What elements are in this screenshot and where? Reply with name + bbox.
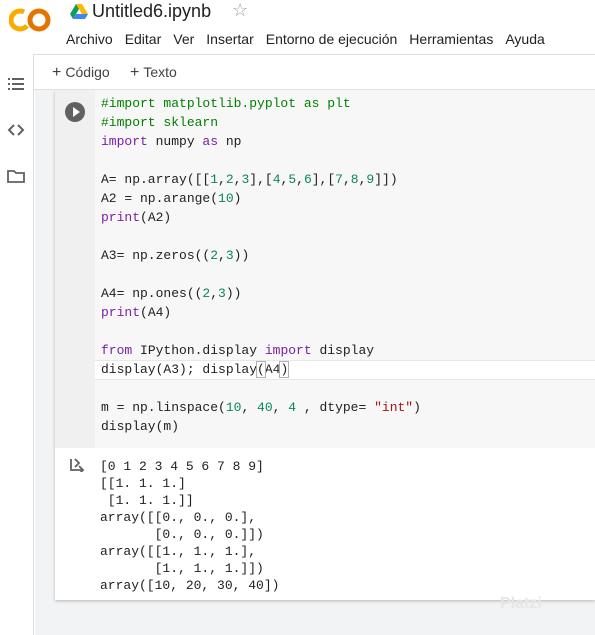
menu-ver[interactable]: Ver [167, 30, 200, 48]
google-drive-icon [70, 4, 88, 19]
code-line: m = np.linspace(10, 40, 4 , dtype= "int"… [101, 400, 421, 415]
code-line: #import sklearn [101, 115, 219, 130]
menu-herramientas[interactable]: Herramientas [403, 30, 499, 48]
code-editor[interactable]: #import matplotlib.pyplot as plt #import… [95, 90, 595, 448]
toolbar: + Código + Texto [34, 54, 595, 90]
left-sidebar [0, 54, 34, 635]
code-snippets-icon[interactable] [6, 120, 26, 140]
code-line: A= np.array([[1,2,3],[4,5,6],[7,8,9]]) [101, 172, 398, 187]
notebook-area: #import matplotlib.pyplot as plt #import… [35, 90, 595, 635]
menu-ayuda[interactable]: Ayuda [499, 30, 550, 48]
menu-bar: Archivo Editar Ver Insertar Entorno de e… [60, 30, 551, 48]
code-line: print(A4) [101, 305, 172, 320]
output-line: [1. 1. 1.]] [100, 493, 194, 508]
code-cell[interactable]: #import matplotlib.pyplot as plt #import… [55, 90, 595, 600]
output-menu-icon[interactable] [69, 458, 87, 472]
code-line: from IPython.display import display [101, 343, 375, 358]
add-text-button[interactable]: + Texto [130, 64, 177, 82]
code-line: A3= np.zeros((2,3)) [101, 248, 250, 263]
add-code-button[interactable]: + Código [52, 64, 110, 82]
menu-editar[interactable]: Editar [119, 30, 168, 48]
add-text-label: Texto [143, 64, 177, 80]
code-line: print(A2) [101, 210, 172, 225]
plus-icon: + [130, 64, 140, 81]
output-line: [0 1 2 3 4 5 6 7 8 9] [100, 459, 264, 474]
platzi-watermark: Platzi [500, 595, 542, 612]
colab-logo-icon[interactable] [9, 7, 51, 33]
cell-output: [0 1 2 3 4 5 6 7 8 9] [[1. 1. 1.] [1. 1.… [55, 448, 595, 600]
cell-gutter [55, 90, 95, 448]
text-cursor [288, 361, 290, 376]
code-line: display(m) [101, 419, 180, 434]
output-line: array([10, 20, 30, 40]) [100, 578, 280, 593]
header: Untitled6.ipynb ☆ Archivo Editar Ver Ins… [0, 0, 595, 54]
output-line: [1., 1., 1.]]) [100, 561, 264, 576]
output-line: array([[1., 1., 1.], [100, 544, 257, 559]
menu-insertar[interactable]: Insertar [200, 30, 259, 48]
add-code-label: Código [65, 64, 110, 80]
star-icon[interactable]: ☆ [232, 0, 248, 21]
table-of-contents-icon[interactable] [6, 74, 26, 94]
output-line: [[1. 1. 1.] [100, 476, 186, 491]
code-line: #import matplotlib.pyplot as plt [101, 96, 351, 111]
folder-icon[interactable] [6, 166, 26, 186]
output-line: array([[0., 0., 0.], [100, 510, 257, 525]
run-cell-button[interactable] [65, 102, 85, 122]
code-line: display(A3); display(A4) [101, 361, 290, 378]
code-line: A2 = np.arange(10) [101, 191, 242, 206]
notebook-title[interactable]: Untitled6.ipynb [92, 1, 211, 22]
code-line: A4= np.ones((2,3)) [101, 286, 242, 301]
plus-icon: + [52, 64, 62, 81]
code-line: import numpy as np [101, 134, 242, 149]
output-line: [0., 0., 0.]]) [100, 527, 264, 542]
menu-archivo[interactable]: Archivo [60, 30, 119, 48]
menu-entorno-de-ejecucion[interactable]: Entorno de ejecución [260, 30, 404, 48]
